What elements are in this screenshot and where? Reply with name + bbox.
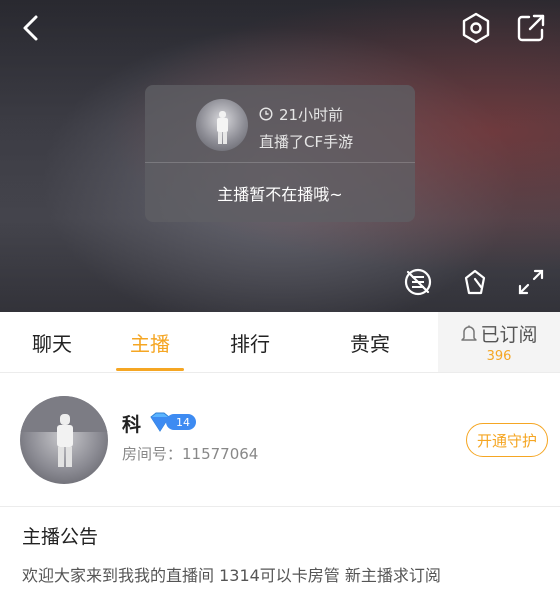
tab-ranking[interactable]: 排行 bbox=[210, 312, 290, 372]
section-divider bbox=[0, 506, 560, 507]
notice-text: 欢迎大家来到我我的直播间 1314可以卡房管 新主播求订阅 bbox=[22, 566, 441, 585]
tab-vip[interactable]: 贵宾 bbox=[330, 312, 410, 372]
share-button[interactable] bbox=[510, 8, 552, 48]
host-name: 科 bbox=[122, 414, 142, 436]
chevron-left-icon bbox=[23, 15, 38, 41]
subscribe-label: 已订阅 bbox=[480, 324, 538, 346]
last-live-game: 直播了CF手游 bbox=[259, 133, 354, 151]
fullscreen-button[interactable] bbox=[510, 262, 552, 302]
host-avatar-small bbox=[196, 99, 248, 151]
clock-icon bbox=[259, 107, 273, 121]
share-icon bbox=[517, 14, 545, 42]
subscriber-count: 396 bbox=[486, 349, 512, 364]
settings-button[interactable] bbox=[456, 8, 496, 48]
level-number: 14 bbox=[166, 414, 196, 430]
active-tab-indicator bbox=[116, 368, 184, 371]
video-player[interactable]: 21小时前 直播了CF手游 主播暂不在播哦~ bbox=[0, 0, 560, 312]
gear-icon bbox=[462, 12, 490, 44]
last-live-time: 21小时前 bbox=[279, 105, 344, 124]
gift-icon bbox=[464, 269, 486, 295]
stream-status-card: 21小时前 直播了CF手游 主播暂不在播哦~ bbox=[145, 85, 415, 222]
level-badge: 14 bbox=[148, 411, 196, 433]
fullscreen-icon bbox=[518, 269, 544, 295]
danmaku-toggle-button[interactable] bbox=[398, 262, 438, 302]
host-avatar[interactable] bbox=[20, 396, 108, 484]
tabs-divider bbox=[0, 372, 560, 373]
back-button[interactable] bbox=[10, 8, 52, 48]
notice-title: 主播公告 bbox=[22, 526, 99, 548]
subscribe-button[interactable]: 已订阅 396 bbox=[438, 312, 560, 372]
bell-icon bbox=[461, 325, 478, 341]
open-guard-button[interactable]: 开通守护 bbox=[466, 423, 548, 457]
tab-host[interactable]: 主播 bbox=[110, 312, 190, 372]
tab-bar: 聊天 主播 排行 贵宾 已订阅 396 bbox=[0, 312, 560, 372]
offline-message: 主播暂不在播哦~ bbox=[217, 184, 343, 204]
danmaku-off-icon bbox=[404, 268, 432, 296]
tab-chat[interactable]: 聊天 bbox=[12, 312, 92, 372]
gift-button[interactable] bbox=[454, 262, 496, 302]
room-id: 房间号：11577064 bbox=[122, 445, 259, 463]
